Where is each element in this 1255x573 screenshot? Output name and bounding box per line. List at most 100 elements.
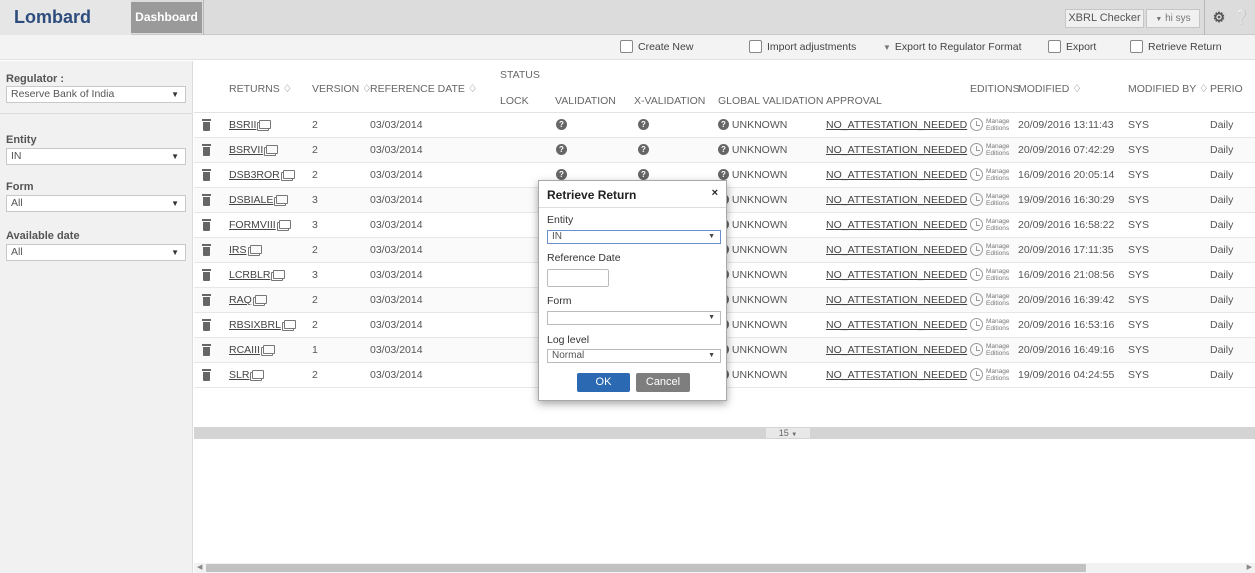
- approval-link[interactable]: NO_ATTESTATION_NEEDED: [826, 294, 967, 306]
- return-link[interactable]: LCRBLR: [229, 269, 270, 281]
- trash-icon[interactable]: [202, 319, 211, 331]
- open-window-icon[interactable]: [283, 320, 296, 329]
- return-link[interactable]: BSRVII: [229, 144, 263, 156]
- manage-editions-button[interactable]: Manage Editions: [970, 288, 1010, 312]
- chevron-down-icon: ▼: [708, 233, 715, 240]
- manage-editions-button[interactable]: Manage Editions: [970, 313, 1010, 337]
- regulator-select[interactable]: Reserve Bank of India ▼: [6, 86, 186, 103]
- role-selector[interactable]: XBRL Checker: [1065, 9, 1144, 28]
- return-link[interactable]: FORMVIII: [229, 219, 276, 231]
- open-window-icon[interactable]: [278, 220, 291, 229]
- question-icon[interactable]: ?: [556, 118, 567, 130]
- manage-editions-button[interactable]: Manage Editions: [970, 188, 1010, 212]
- close-icon[interactable]: ×: [712, 187, 718, 199]
- scroll-left-icon[interactable]: ◀: [197, 563, 202, 573]
- trash-icon[interactable]: [202, 369, 211, 381]
- ok-button[interactable]: OK: [577, 373, 630, 392]
- trash-icon[interactable]: [202, 269, 211, 281]
- return-link[interactable]: BSRII: [229, 119, 256, 131]
- manage-editions-button[interactable]: Manage Editions: [970, 163, 1010, 187]
- manage-editions-button[interactable]: Manage Editions: [970, 363, 1010, 387]
- log-level-select[interactable]: Normal ▼: [547, 349, 721, 363]
- return-link[interactable]: IRS: [229, 244, 247, 256]
- entity-label: Entity: [6, 134, 37, 146]
- open-window-icon[interactable]: [262, 345, 275, 354]
- col-version[interactable]: VERSION ♢: [312, 83, 372, 95]
- open-window-icon[interactable]: [273, 270, 286, 279]
- export-button[interactable]: Export: [1048, 39, 1096, 56]
- col-returns[interactable]: RETURNS ♢: [229, 83, 292, 95]
- open-window-icon[interactable]: [282, 170, 295, 179]
- available-date-select[interactable]: All ▼: [6, 244, 186, 261]
- question-icon[interactable]: ?: [638, 118, 649, 130]
- open-window-icon[interactable]: [266, 145, 279, 154]
- question-icon[interactable]: ?: [638, 168, 649, 180]
- approval-link[interactable]: NO_ATTESTATION_NEEDED: [826, 344, 967, 356]
- return-link[interactable]: RAQ: [229, 294, 252, 306]
- form-select[interactable]: All ▼: [6, 195, 186, 212]
- return-link[interactable]: RBSIXBRL: [229, 319, 281, 331]
- entity-select[interactable]: IN ▼: [6, 148, 186, 165]
- question-icon: ?: [718, 118, 729, 130]
- manage-editions-button[interactable]: Manage Editions: [970, 238, 1010, 262]
- entity-select[interactable]: IN ▼: [547, 230, 721, 244]
- page-size-select[interactable]: 15 ▼: [766, 428, 810, 438]
- approval-link[interactable]: NO_ATTESTATION_NEEDED: [826, 194, 967, 206]
- import-adjustments-button[interactable]: Import adjustments: [749, 39, 856, 56]
- return-link[interactable]: DSB3ROR: [229, 169, 280, 181]
- open-window-icon[interactable]: [254, 295, 267, 304]
- col-reference-date[interactable]: REFERENCE DATE ♢: [370, 83, 477, 95]
- scroll-right-icon[interactable]: ▶: [1247, 563, 1252, 573]
- cancel-button[interactable]: Cancel: [636, 373, 690, 392]
- open-window-icon[interactable]: [252, 370, 265, 379]
- return-link[interactable]: SLR: [229, 369, 249, 381]
- export-regulator-dropdown[interactable]: ▼ Export to Regulator Format: [883, 39, 1022, 56]
- open-window-icon[interactable]: [276, 195, 289, 204]
- approval-link[interactable]: NO_ATTESTATION_NEEDED: [826, 369, 967, 381]
- trash-icon[interactable]: [202, 144, 211, 156]
- approval-link[interactable]: NO_ATTESTATION_NEEDED: [826, 269, 967, 281]
- horizontal-scrollbar[interactable]: ◀ ▶: [194, 563, 1255, 573]
- question-icon[interactable]: ?: [556, 168, 567, 180]
- manage-editions-button[interactable]: Manage Editions: [970, 138, 1010, 162]
- approval-link[interactable]: NO_ATTESTATION_NEEDED: [826, 244, 967, 256]
- global-validation-value: UNKNOWN: [731, 244, 788, 256]
- create-new-button[interactable]: Create New: [620, 39, 693, 56]
- open-window-icon[interactable]: [259, 120, 272, 129]
- manage-editions-button[interactable]: Manage Editions: [970, 113, 1010, 137]
- trash-icon[interactable]: [202, 219, 211, 231]
- trash-icon[interactable]: [202, 294, 211, 306]
- trash-icon[interactable]: [202, 194, 211, 206]
- user-menu[interactable]: ▼ hi sys: [1146, 9, 1200, 28]
- return-link[interactable]: DSBIALE: [229, 194, 273, 206]
- form-select[interactable]: ▼: [547, 311, 721, 325]
- scrollbar-thumb[interactable]: [206, 564, 1086, 572]
- col-period[interactable]: PERIO: [1210, 83, 1243, 95]
- manage-editions-button[interactable]: Manage Editions: [970, 338, 1010, 362]
- retrieve-return-button[interactable]: Retrieve Return: [1130, 39, 1222, 56]
- manage-editions-button[interactable]: Manage Editions: [970, 213, 1010, 237]
- col-editions: EDITIONS: [970, 83, 1020, 95]
- gear-icon[interactable]: ⚙: [1211, 8, 1227, 26]
- trash-icon[interactable]: [202, 169, 211, 181]
- tab-dashboard[interactable]: Dashboard: [131, 2, 202, 33]
- app-logo[interactable]: Lombard Risk: [0, 0, 131, 61]
- open-window-icon[interactable]: [249, 245, 262, 254]
- approval-link[interactable]: NO_ATTESTATION_NEEDED: [826, 119, 967, 131]
- manage-editions-button[interactable]: Manage Editions: [970, 263, 1010, 287]
- col-modified[interactable]: MODIFIED ♢: [1018, 83, 1082, 95]
- approval-link[interactable]: NO_ATTESTATION_NEEDED: [826, 169, 967, 181]
- help-icon[interactable]: ❔: [1233, 8, 1250, 26]
- trash-icon[interactable]: [202, 244, 211, 256]
- approval-link[interactable]: NO_ATTESTATION_NEEDED: [826, 319, 967, 331]
- approval-link[interactable]: NO_ATTESTATION_NEEDED: [826, 219, 967, 231]
- approval-link[interactable]: NO_ATTESTATION_NEEDED: [826, 144, 967, 156]
- col-modified-by[interactable]: MODIFIED BY ♢: [1128, 83, 1208, 95]
- question-icon[interactable]: ?: [638, 143, 649, 155]
- return-link[interactable]: RCAIII: [229, 344, 260, 356]
- reference-date-input[interactable]: [547, 269, 609, 287]
- trash-icon[interactable]: [202, 119, 211, 131]
- question-icon[interactable]: ?: [556, 143, 567, 155]
- trash-icon[interactable]: [202, 344, 211, 356]
- modified-cell: 19/09/2016 04:24:55: [1018, 369, 1115, 381]
